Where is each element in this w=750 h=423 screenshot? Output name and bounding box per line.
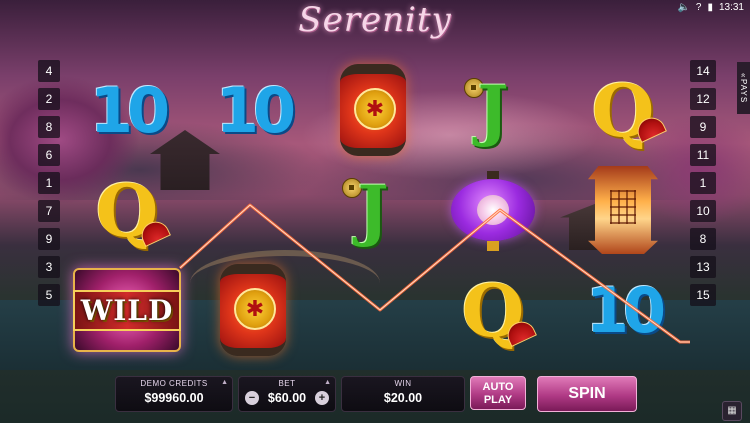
tower-lantern-icon xyxy=(588,166,658,254)
symbol-wild: WILD xyxy=(72,260,182,360)
spin-button[interactable]: SPIN xyxy=(537,376,637,412)
clock-time: 13:31 xyxy=(718,2,744,13)
bet-increase-button[interactable]: + xyxy=(315,391,329,405)
empty-cell xyxy=(318,260,428,360)
autoplay-label-line2: PLAY xyxy=(483,394,513,406)
payline-marker[interactable]: 11 xyxy=(690,144,716,166)
symbol-ten: 10 xyxy=(585,273,666,347)
reel-2: 10 J xyxy=(198,60,308,360)
payline-marker[interactable]: 14 xyxy=(690,60,716,82)
purple-lantern-icon xyxy=(451,171,535,251)
payline-marker[interactable]: 2 xyxy=(38,88,60,110)
payline-marker[interactable]: 8 xyxy=(690,228,716,250)
help-icon[interactable]: ? xyxy=(696,2,702,13)
symbol-jack: J xyxy=(198,160,308,260)
red-lantern-icon xyxy=(340,64,406,156)
reel-4: J Q xyxy=(438,60,548,360)
payline-marker[interactable]: 5 xyxy=(38,284,60,306)
payline-marker[interactable]: 10 xyxy=(690,200,716,222)
payline-marker[interactable]: 9 xyxy=(38,228,60,250)
peony-icon xyxy=(477,195,509,225)
payline-marker[interactable]: 1 xyxy=(690,172,716,194)
status-bar: 🔈 ? ▮ 13:31 xyxy=(677,2,744,13)
payline-marker[interactable]: 9 xyxy=(690,116,716,138)
symbol-purple-lantern xyxy=(438,160,548,260)
pays-label: PAYS xyxy=(739,78,748,103)
credits-panel: DEMO CREDITS ▲ $99960.00 xyxy=(115,376,233,412)
payline-marker[interactable]: 13 xyxy=(690,256,716,278)
settings-icon[interactable]: ▦ xyxy=(722,401,742,421)
paylines-right: 14 12 9 11 1 10 8 13 15 xyxy=(690,60,716,306)
credits-value: $99960.00 xyxy=(144,391,204,405)
red-lantern-icon xyxy=(220,264,286,356)
reel-5: Q 10 xyxy=(568,60,678,360)
bet-panel: BET ▲ − $60.00 + xyxy=(238,376,336,412)
symbol-jack: J xyxy=(438,60,548,160)
bet-label: BET xyxy=(278,379,296,388)
credits-label: DEMO CREDITS xyxy=(140,379,208,388)
payline-marker[interactable]: 1 xyxy=(38,172,60,194)
symbol-jack: J xyxy=(318,160,428,260)
payline-marker[interactable]: 8 xyxy=(38,116,60,138)
autoplay-button[interactable]: AUTO PLAY xyxy=(470,376,526,410)
symbol-queen: Q xyxy=(72,160,182,260)
win-value: $20.00 xyxy=(383,391,423,405)
symbol-red-lantern xyxy=(318,60,428,160)
symbol-queen: Q xyxy=(568,60,678,160)
payline-marker[interactable]: 6 xyxy=(38,144,60,166)
symbol-queen: Q xyxy=(438,260,548,360)
symbol-ten: 10 xyxy=(215,73,296,147)
payline-marker[interactable]: 15 xyxy=(690,284,716,306)
caret-up-icon: ▲ xyxy=(221,379,228,386)
win-label: WIN xyxy=(394,379,412,388)
payline-marker[interactable]: 12 xyxy=(690,88,716,110)
speaker-icon[interactable]: 🔈 xyxy=(677,2,689,13)
payline-marker[interactable]: 3 xyxy=(38,256,60,278)
win-panel: WIN $20.00 xyxy=(341,376,465,412)
symbol-tower-lantern xyxy=(568,160,678,260)
symbol-red-lantern xyxy=(198,260,308,360)
game-title: Serenity xyxy=(298,0,452,40)
autoplay-label-line1: AUTO xyxy=(482,381,514,393)
game-screen: Serenity 🔈 ? ▮ 13:31 4 2 8 6 1 7 9 3 5 1… xyxy=(0,0,750,423)
caret-up-icon: ▲ xyxy=(324,379,331,386)
paylines-left: 4 2 8 6 1 7 9 3 5 xyxy=(38,60,60,306)
payline-marker[interactable]: 4 xyxy=(38,60,60,82)
battery-icon: ▮ xyxy=(707,2,713,13)
payline-marker[interactable]: 7 xyxy=(38,200,60,222)
reel-3: J xyxy=(318,60,428,360)
symbol-ten: 10 xyxy=(89,73,170,147)
reel-1: 10 Q WILD xyxy=(72,60,182,360)
pays-tab[interactable]: « PAYS xyxy=(737,62,750,114)
